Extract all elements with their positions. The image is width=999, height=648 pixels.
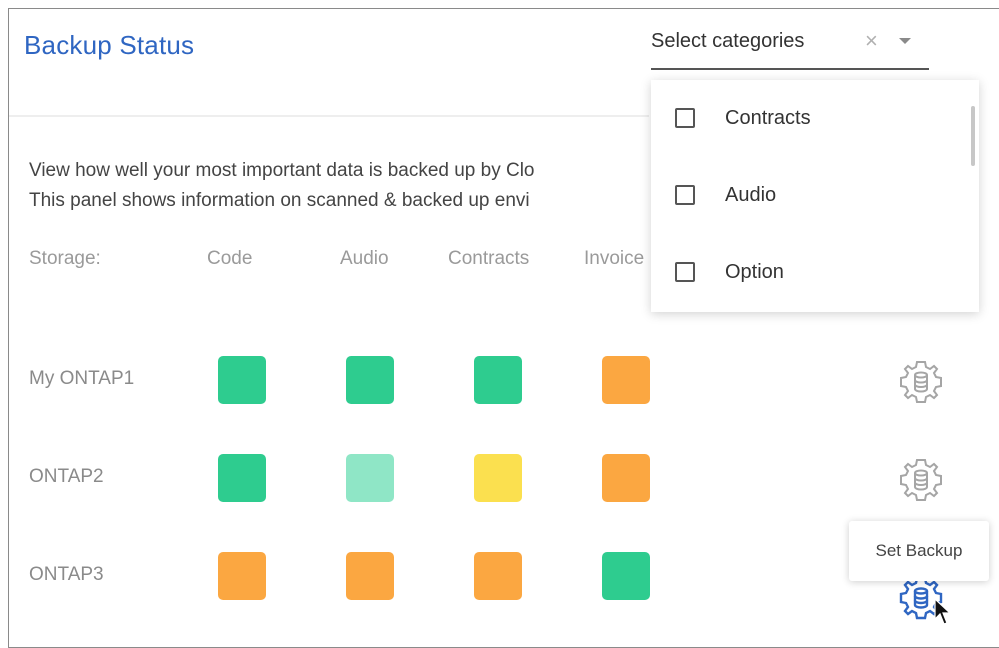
column-header-code: Code: [207, 248, 253, 269]
storage-header: Storage:: [29, 248, 101, 269]
status-cell-green[interactable]: [218, 356, 266, 404]
row-label-ontap2: ONTAP2: [29, 466, 104, 487]
status-cell-green[interactable]: [346, 356, 394, 404]
description-line: View how well your most important data i…: [29, 160, 535, 181]
category-select[interactable]: Select categories ×: [651, 26, 929, 70]
description-line: This panel shows information on scanned …: [29, 190, 530, 211]
option-label: Option: [725, 260, 784, 283]
mouse-cursor-icon: [934, 598, 952, 625]
status-cell-yellow[interactable]: [474, 454, 522, 502]
status-cell-orange[interactable]: [474, 552, 522, 600]
status-cell-orange[interactable]: [218, 552, 266, 600]
status-cell-green[interactable]: [474, 356, 522, 404]
status-cell-green[interactable]: [602, 552, 650, 600]
dropdown-scrollbar[interactable]: [971, 106, 975, 166]
row-label-ontap3: ONTAP3: [29, 564, 104, 585]
status-cell-orange[interactable]: [602, 356, 650, 404]
panel-title: Backup Status: [24, 30, 195, 60]
row-label-ontap1: My ONTAP1: [29, 368, 135, 389]
column-header-invoice: Invoice: [584, 248, 645, 269]
divider: [9, 115, 649, 117]
column-header-contracts: Contracts: [448, 248, 530, 269]
set-backup-gear-icon[interactable]: [895, 356, 947, 408]
status-cell-light-green[interactable]: [346, 454, 394, 502]
status-cell-orange[interactable]: [346, 552, 394, 600]
status-cell-orange[interactable]: [602, 454, 650, 502]
status-cell-green[interactable]: [218, 454, 266, 502]
chevron-down-icon[interactable]: [899, 38, 911, 44]
category-dropdown: Contracts Audio Option: [651, 80, 979, 312]
set-backup-gear-icon[interactable]: [895, 454, 947, 506]
checkbox[interactable]: [675, 108, 695, 128]
set-backup-tooltip: Set Backup: [849, 521, 989, 581]
option-label: Audio: [725, 183, 777, 206]
close-icon[interactable]: ×: [865, 28, 878, 54]
checkbox[interactable]: [675, 185, 695, 205]
category-option-option[interactable]: Option: [675, 252, 784, 292]
category-option-contracts[interactable]: Contracts: [675, 98, 811, 138]
category-select-placeholder: Select categories: [651, 30, 805, 52]
checkbox[interactable]: [675, 262, 695, 282]
category-option-audio[interactable]: Audio: [675, 175, 776, 215]
column-header-audio: Audio: [340, 248, 389, 269]
option-label: Contracts: [725, 106, 811, 129]
panel-description: View how well your most important data i…: [29, 156, 651, 216]
